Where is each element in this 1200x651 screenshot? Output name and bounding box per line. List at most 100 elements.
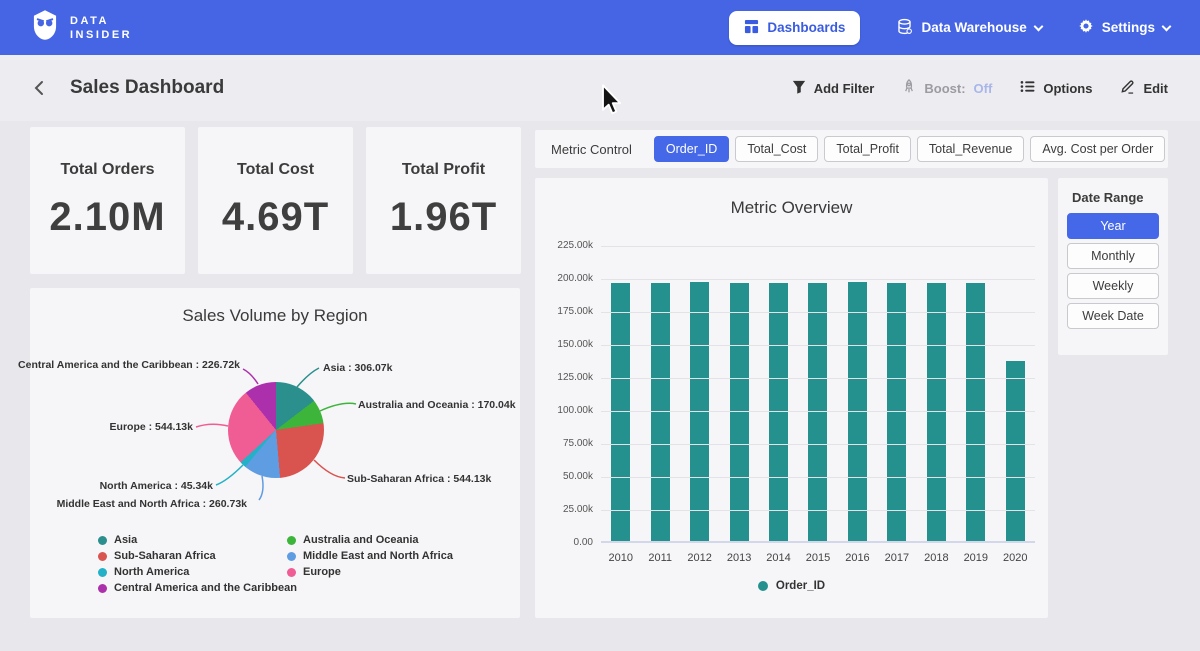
edit-button[interactable]: Edit bbox=[1120, 79, 1168, 97]
nav-data-warehouse[interactable]: Data Warehouse bbox=[896, 18, 1041, 38]
y-tick-label: 25.00k bbox=[535, 504, 593, 515]
date-range-option-monthly[interactable]: Monthly bbox=[1067, 243, 1159, 269]
date-range-buttons: Year Monthly Weekly Week Date bbox=[1067, 213, 1159, 329]
bar-2018[interactable] bbox=[927, 283, 946, 541]
y-tick-label: 0.00 bbox=[535, 537, 593, 548]
date-range-option-week-date[interactable]: Week Date bbox=[1067, 303, 1159, 329]
legend-dot bbox=[287, 536, 296, 545]
dashboard-grid-icon bbox=[744, 19, 759, 37]
pencil-icon bbox=[1120, 79, 1135, 97]
pie-legend-item-asia: Asia bbox=[98, 532, 297, 548]
pie-label-middle-east-and-north-africa: Middle East and North Africa : 260.73k bbox=[57, 498, 247, 510]
metric-option-avg-cost-per-order[interactable]: Avg. Cost per Order bbox=[1030, 136, 1165, 162]
back-button[interactable] bbox=[32, 80, 48, 96]
bar-2019[interactable] bbox=[966, 283, 985, 541]
legend-label: Order_ID bbox=[776, 580, 825, 592]
options-list-icon bbox=[1020, 80, 1035, 96]
pie-label-europe: Europe : 544.13k bbox=[110, 421, 193, 433]
metric-option-total-profit[interactable]: Total_Profit bbox=[824, 136, 911, 162]
legend-dot bbox=[98, 552, 107, 561]
legend-dot bbox=[758, 581, 768, 591]
brand-text: DATAINSIDER bbox=[70, 14, 132, 42]
bar-chart-plot bbox=[601, 246, 1035, 543]
options-button[interactable]: Options bbox=[1020, 80, 1092, 96]
bar-series bbox=[601, 246, 1035, 541]
y-tick-label: 100.00k bbox=[535, 405, 593, 416]
x-tick-label: 2020 bbox=[996, 552, 1035, 564]
chevron-down-icon bbox=[1033, 21, 1043, 31]
pie-legend-item-middle-east-and-north-africa: Middle East and North Africa bbox=[287, 548, 453, 564]
pie-label-sub-saharan-africa: Sub-Saharan Africa : 544.13k bbox=[347, 473, 491, 485]
x-tick-label: 2017 bbox=[877, 552, 916, 564]
gear-icon bbox=[1078, 18, 1094, 37]
kpi-value: 4.69T bbox=[198, 195, 353, 240]
y-tick-label: 225.00k bbox=[535, 240, 593, 251]
metric-option-order-id[interactable]: Order_ID bbox=[654, 136, 729, 162]
x-tick-label: 2013 bbox=[719, 552, 758, 564]
kpi-label: Total Profit bbox=[366, 161, 521, 179]
pie-legend-item-north-america: North America bbox=[98, 564, 297, 580]
pie-label-north-america: North America : 45.34k bbox=[100, 480, 213, 492]
bar-2020[interactable] bbox=[1006, 361, 1025, 541]
boost-status: Off bbox=[974, 81, 993, 96]
filter-funnel-icon bbox=[792, 80, 806, 97]
bar-2013[interactable] bbox=[730, 283, 749, 541]
x-tick-label: 2011 bbox=[640, 552, 679, 564]
x-tick-label: 2014 bbox=[759, 552, 798, 564]
rocket-icon bbox=[902, 79, 916, 97]
y-axis: 225.00k200.00k175.00k150.00k125.00k100.0… bbox=[535, 246, 593, 543]
bar-2011[interactable] bbox=[651, 283, 670, 541]
owl-logo-icon bbox=[30, 9, 60, 46]
pie-legend-item-central-america-and-the-caribbean: Central America and the Caribbean bbox=[98, 580, 297, 596]
x-tick-label: 2010 bbox=[601, 552, 640, 564]
metric-overview-card: Metric Overview 225.00k200.00k175.00k150… bbox=[535, 178, 1048, 618]
date-range-option-weekly[interactable]: Weekly bbox=[1067, 273, 1159, 299]
metric-control-label: Metric Control bbox=[551, 142, 632, 157]
nav-settings[interactable]: Settings bbox=[1078, 18, 1170, 37]
legend-dot bbox=[287, 568, 296, 577]
pie-chart-title: Sales Volume by Region bbox=[30, 306, 520, 326]
kpi-label: Total Cost bbox=[198, 161, 353, 179]
bar-2014[interactable] bbox=[769, 283, 788, 541]
pie-legend-item-australia-and-oceania: Australia and Oceania bbox=[287, 532, 453, 548]
metric-option-total-cost[interactable]: Total_Cost bbox=[735, 136, 818, 162]
date-range-option-year[interactable]: Year bbox=[1067, 213, 1159, 239]
add-filter-button[interactable]: Add Filter bbox=[792, 80, 875, 97]
x-tick-label: 2012 bbox=[680, 552, 719, 564]
y-tick-label: 200.00k bbox=[535, 273, 593, 284]
kpi-card-total-profit: Total Profit 1.96T bbox=[366, 127, 521, 274]
x-tick-label: 2015 bbox=[798, 552, 837, 564]
kpi-card-total-cost: Total Cost 4.69T bbox=[198, 127, 353, 274]
chevron-down-icon bbox=[1162, 21, 1172, 31]
pie-label-asia: Asia : 306.07k bbox=[323, 362, 392, 374]
brand-logo[interactable]: DATAINSIDER bbox=[30, 9, 132, 46]
y-tick-label: 125.00k bbox=[535, 372, 593, 383]
database-icon bbox=[896, 18, 913, 38]
legend-dot bbox=[98, 536, 107, 545]
metric-option-total-revenue[interactable]: Total_Revenue bbox=[917, 136, 1024, 162]
x-tick-label: 2019 bbox=[956, 552, 995, 564]
y-tick-label: 75.00k bbox=[535, 438, 593, 449]
bar-2017[interactable] bbox=[887, 283, 906, 541]
legend-dot bbox=[98, 568, 107, 577]
pie-legend-item-europe: Europe bbox=[287, 564, 453, 580]
bar-2010[interactable] bbox=[611, 283, 630, 541]
dashboard-toolbar: Sales Dashboard Add Filter Boost: Off bbox=[0, 55, 1200, 121]
y-tick-label: 150.00k bbox=[535, 339, 593, 350]
boost-toggle[interactable]: Boost: Off bbox=[902, 79, 992, 97]
date-range-label: Date Range bbox=[1072, 190, 1159, 205]
y-tick-label: 175.00k bbox=[535, 306, 593, 317]
pie-chart[interactable] bbox=[228, 382, 324, 478]
bar-2015[interactable] bbox=[808, 283, 827, 541]
nav-dashboards-button[interactable]: Dashboards bbox=[729, 11, 860, 45]
legend-dot bbox=[287, 552, 296, 561]
kpi-value: 2.10M bbox=[30, 195, 185, 240]
x-tick-label: 2018 bbox=[917, 552, 956, 564]
x-tick-label: 2016 bbox=[838, 552, 877, 564]
pie-legend-item-sub-saharan-africa: Sub-Saharan Africa bbox=[98, 548, 297, 564]
pie-label-central-america-and-the-caribbean: Central America and the Caribbean : 226.… bbox=[18, 359, 240, 371]
metric-control-bar: Metric Control Order_IDTotal_CostTotal_P… bbox=[535, 130, 1168, 168]
metric-control-buttons: Order_IDTotal_CostTotal_ProfitTotal_Reve… bbox=[654, 136, 1165, 162]
nav-settings-label: Settings bbox=[1102, 20, 1155, 35]
page-title: Sales Dashboard bbox=[70, 77, 224, 99]
